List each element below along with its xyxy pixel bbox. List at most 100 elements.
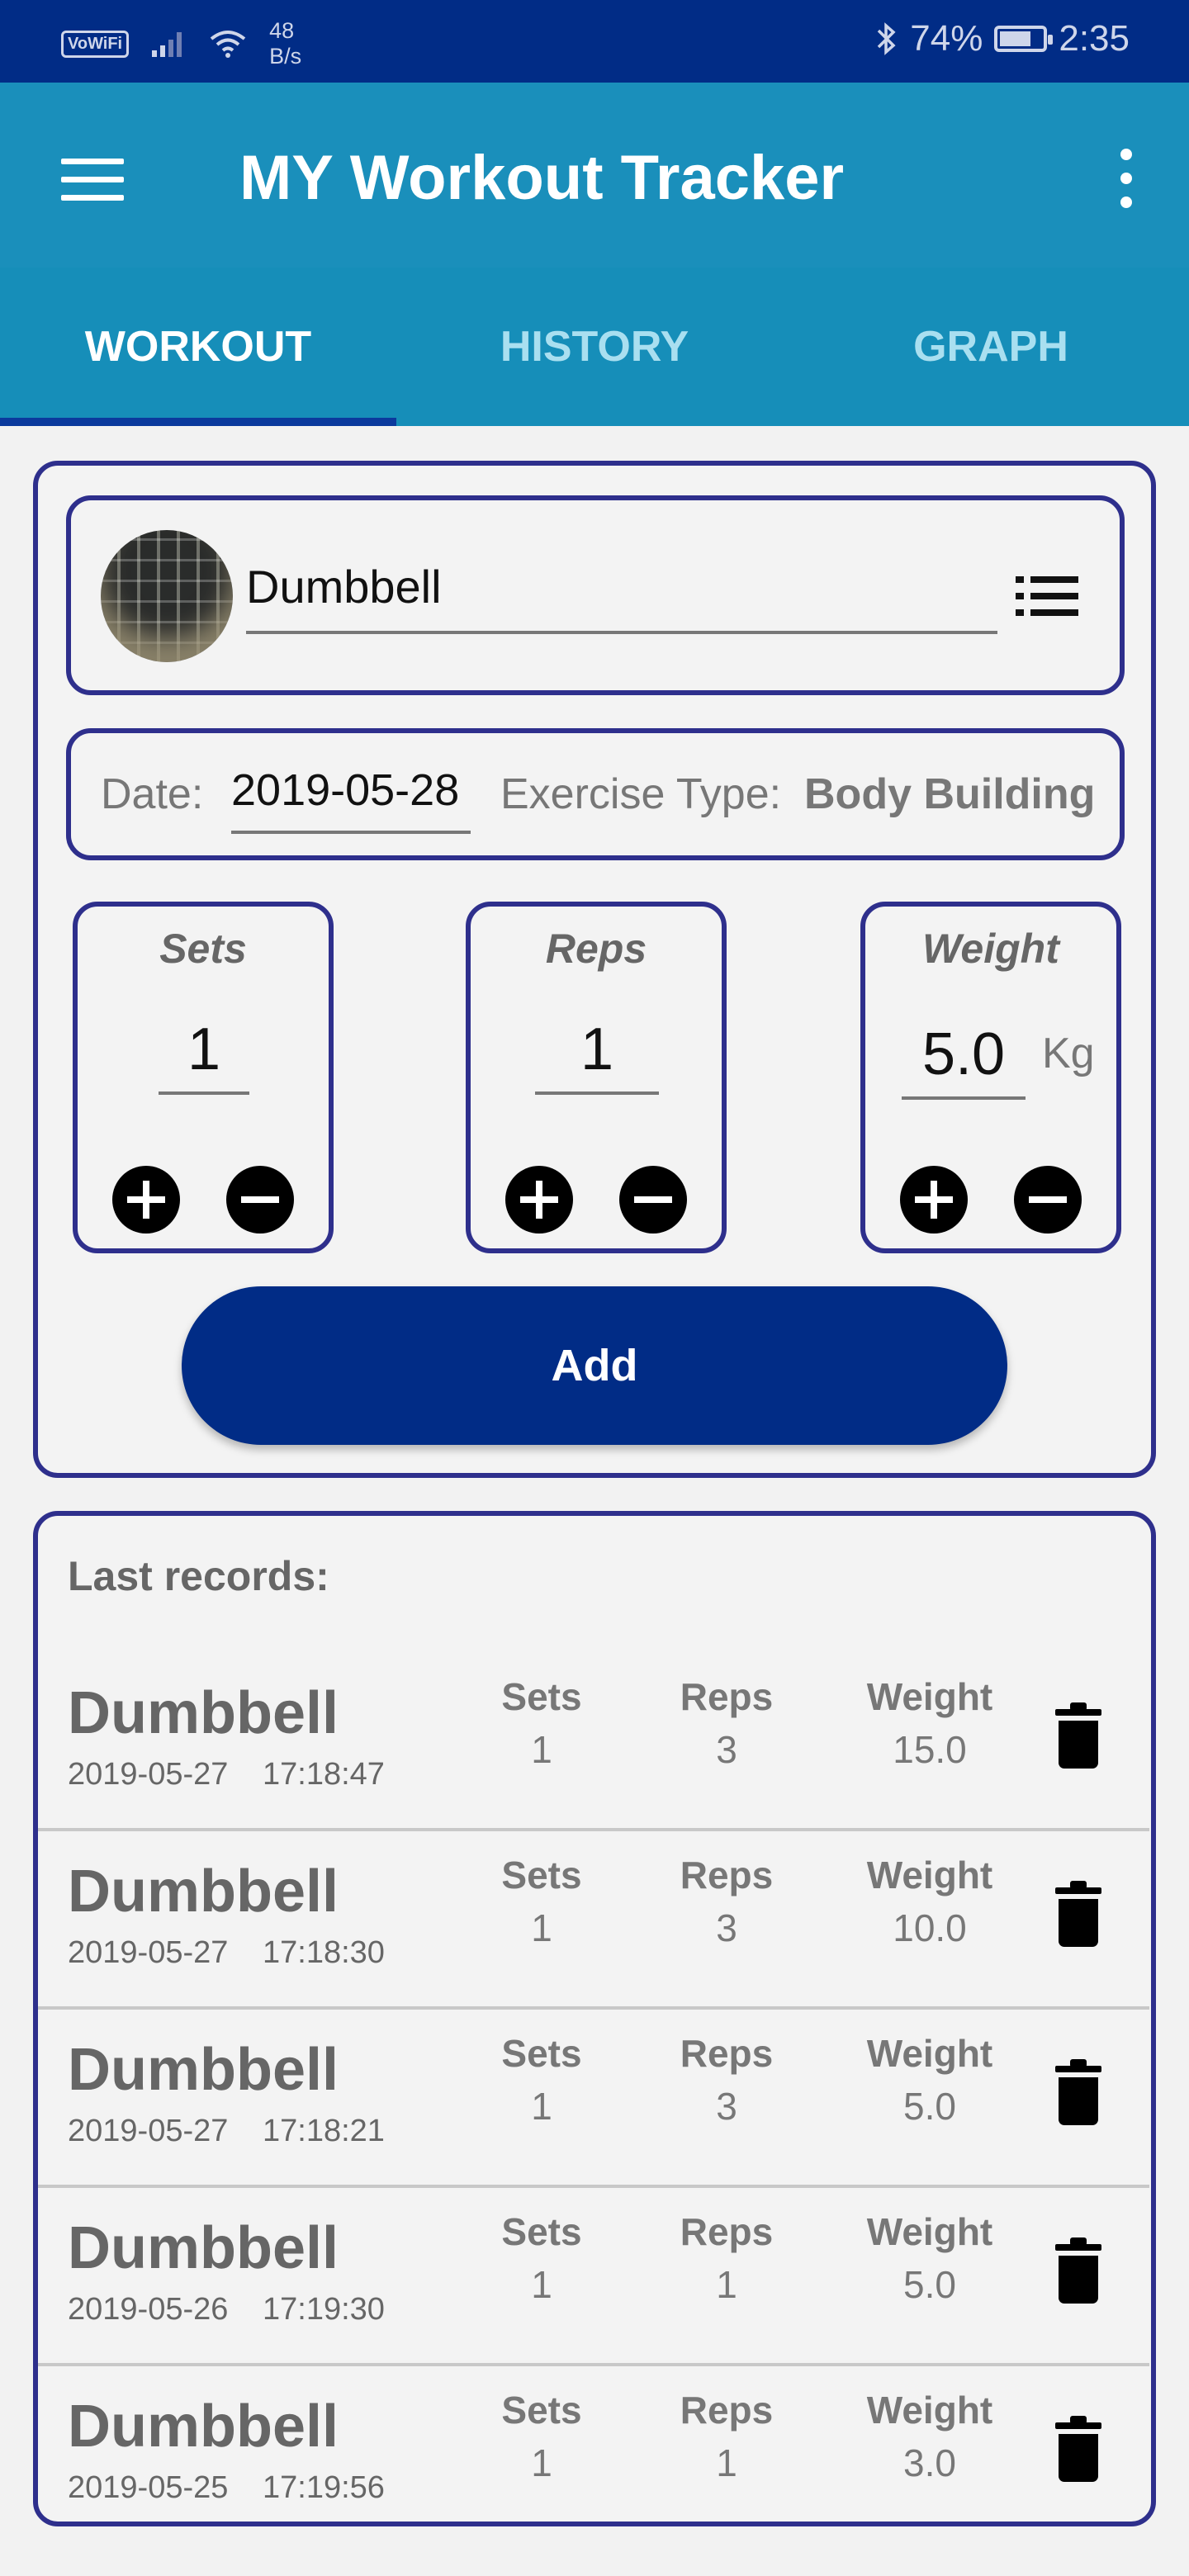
details-row: Date: 2019-05-28 Exercise Type: Body Bui… <box>66 728 1125 860</box>
record-sets-header: Sets <box>501 1675 582 1718</box>
reps-counter: Reps 1 <box>466 902 727 1253</box>
list-icon[interactable] <box>1016 576 1078 616</box>
record-reps-header: Reps <box>680 1854 774 1896</box>
record-weight-value: 15.0 <box>893 1728 967 1771</box>
delete-trash-icon[interactable] <box>1055 1702 1101 1769</box>
record-weight-value: 10.0 <box>893 1906 967 1949</box>
record-reps: Reps 3 <box>644 2031 809 2129</box>
tab-workout[interactable]: WORKOUT <box>0 268 396 426</box>
sets-plus-icon[interactable] <box>112 1166 180 1234</box>
record-sets-header: Sets <box>501 2389 582 2432</box>
record-time: 17:19:56 <box>263 2470 385 2505</box>
record-sets-value: 1 <box>531 2441 552 2484</box>
vowifi-indicator: VoWiFi <box>61 30 130 58</box>
sets-minus-icon[interactable] <box>226 1166 294 1234</box>
record-reps-header: Reps <box>680 2032 774 2075</box>
exercise-name-field[interactable]: Dumbbell <box>246 560 997 634</box>
record-weight-header: Weight <box>866 2389 993 2432</box>
delete-trash-icon[interactable] <box>1055 2237 1101 2304</box>
record-sets-header: Sets <box>501 1854 582 1896</box>
record-weight-value: 5.0 <box>903 2263 956 2306</box>
record-reps-header: Reps <box>680 2389 774 2432</box>
record-time: 17:18:30 <box>263 1935 385 1970</box>
record-weight: Weight 15.0 <box>831 1674 1029 1772</box>
bluetooth-icon <box>878 22 896 55</box>
record-exercise-name: Dumbbell <box>68 2215 339 2281</box>
record-reps-header: Reps <box>680 2210 774 2253</box>
record-exercise-name: Dumbbell <box>68 1680 339 1746</box>
more-options-icon[interactable] <box>1116 149 1136 208</box>
hamburger-menu-icon[interactable] <box>61 159 124 201</box>
reps-input[interactable]: 1 <box>535 1016 659 1095</box>
tab-bar: WORKOUT HISTORY GRAPH <box>0 268 1189 426</box>
record-weight: Weight 5.0 <box>831 2031 1029 2129</box>
record-time: 17:19:30 <box>263 2292 385 2327</box>
record-sets: Sets 1 <box>459 2031 624 2129</box>
sets-counter: Sets 1 <box>73 902 334 1253</box>
exercise-selector[interactable]: Dumbbell <box>66 495 1125 695</box>
record-reps-value: 1 <box>716 2263 737 2306</box>
reps-plus-icon[interactable] <box>505 1166 573 1234</box>
record-sets-header: Sets <box>501 2210 582 2253</box>
record-reps: Reps 1 <box>644 2209 809 2307</box>
sets-input[interactable]: 1 <box>159 1016 249 1095</box>
sets-label: Sets <box>159 926 247 972</box>
clock: 2:35 <box>1059 18 1130 59</box>
status-left: VoWiFi 48 B/s <box>61 18 301 69</box>
battery-level <box>1000 31 1031 46</box>
battery-icon <box>994 26 1054 52</box>
weight-label: Weight <box>922 926 1059 972</box>
exercise-image <box>101 530 233 662</box>
tab-graph[interactable]: GRAPH <box>793 268 1189 426</box>
record-sets: Sets 1 <box>459 1674 624 1772</box>
record-sets-header: Sets <box>501 2032 582 2075</box>
delete-trash-icon[interactable] <box>1055 2059 1101 2125</box>
record-row: Dumbbell 2019-05-25 17:19:56 Sets 1 Reps 1 Weig… <box>38 2363 1149 2541</box>
delete-trash-icon[interactable] <box>1055 1881 1101 1947</box>
date-label: Date: <box>101 770 204 818</box>
battery-percent: 74% <box>910 18 983 59</box>
record-sets-value: 1 <box>531 2085 552 2128</box>
record-row: Dumbbell 2019-05-27 17:18:30 Sets 1 Reps 3 Weig… <box>38 1828 1149 2010</box>
record-date: 2019-05-26 <box>68 2292 229 2327</box>
wifi-icon <box>210 31 246 58</box>
network-speed: 48 B/s <box>269 18 301 69</box>
record-row: Dumbbell 2019-05-26 17:19:30 Sets 1 Reps 1 Weig… <box>38 2185 1149 2366</box>
record-sets: Sets 1 <box>459 1853 624 1950</box>
record-sets-value: 1 <box>531 1728 552 1771</box>
record-weight-header: Weight <box>866 1854 993 1896</box>
tab-history[interactable]: HISTORY <box>396 268 793 426</box>
record-reps-value: 1 <box>716 2441 737 2484</box>
record-reps-header: Reps <box>680 1675 774 1718</box>
last-records-card: Last records: Dumbbell 2019-05-27 17:18:47… <box>33 1511 1156 2526</box>
record-sets-value: 1 <box>531 2263 552 2306</box>
record-row: Dumbbell 2019-05-27 17:18:21 Sets 1 Reps 3 Weig… <box>38 2006 1149 2188</box>
weight-unit: Kg <box>1042 1030 1095 1077</box>
record-time: 17:18:47 <box>263 1757 385 1792</box>
app-title: MY Workout Tracker <box>239 143 845 213</box>
record-reps-value: 3 <box>716 1728 737 1771</box>
record-weight-header: Weight <box>866 2210 993 2253</box>
weight-input[interactable]: 5.0 <box>902 1020 1026 1100</box>
exercise-type-value: Body Building <box>804 770 1096 818</box>
signal-icon <box>152 32 182 57</box>
record-weight-header: Weight <box>866 1675 993 1718</box>
reps-minus-icon[interactable] <box>619 1166 687 1234</box>
speed-unit: B/s <box>269 44 302 69</box>
delete-trash-icon[interactable] <box>1055 2416 1101 2482</box>
weight-plus-icon[interactable] <box>900 1166 968 1234</box>
record-date: 2019-05-27 <box>68 1757 229 1792</box>
record-date: 2019-05-27 <box>68 2114 229 2148</box>
weight-minus-icon[interactable] <box>1014 1166 1082 1234</box>
record-sets: Sets 1 <box>459 2209 624 2307</box>
record-date: 2019-05-25 <box>68 2470 229 2505</box>
record-exercise-name: Dumbbell <box>68 2037 339 2103</box>
date-field[interactable]: 2019-05-28 <box>231 765 471 834</box>
record-weight-header: Weight <box>866 2032 993 2075</box>
record-reps: Reps 3 <box>644 1853 809 1950</box>
app-bar: MY Workout Tracker <box>0 83 1189 268</box>
records-title: Last records: <box>68 1553 329 1599</box>
record-weight-value: 3.0 <box>903 2441 956 2484</box>
add-button[interactable]: Add <box>182 1286 1007 1445</box>
speed-value: 48 <box>269 18 295 43</box>
